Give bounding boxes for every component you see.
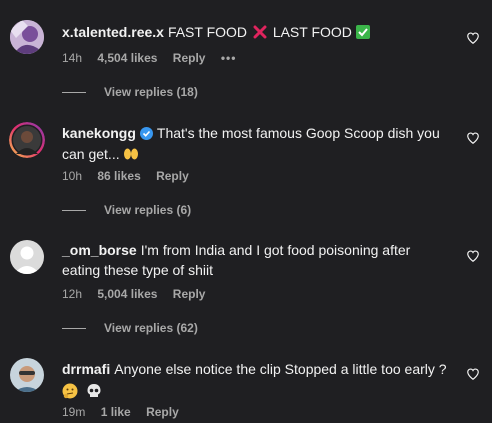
comment-body: Anyone else notice the clip Stopped a li… <box>114 361 447 377</box>
heart-icon[interactable] <box>466 249 480 263</box>
raised-hands-emoji-icon <box>124 148 139 160</box>
divider-dash <box>62 91 86 93</box>
divider-dash <box>62 327 86 329</box>
avatar[interactable] <box>10 20 44 54</box>
view-replies-button[interactable]: View replies (6) <box>62 203 191 217</box>
skull-emoji-icon <box>87 384 101 397</box>
comment-text: _om_borse I'm from India and I got food p… <box>62 240 452 280</box>
avatar-image <box>10 358 44 392</box>
timestamp: 19m <box>62 405 86 419</box>
comment-body-a: FAST FOOD <box>167 24 248 40</box>
comment-meta: 10h 86 likes Reply <box>62 169 201 183</box>
avatar-image <box>10 20 44 54</box>
avatar-image <box>10 240 44 274</box>
likes-count[interactable]: 4,504 likes <box>97 51 157 65</box>
timestamp: 12h <box>62 287 83 301</box>
more-options-button[interactable]: ••• <box>221 51 237 65</box>
view-replies-label: View replies (18) <box>104 85 198 99</box>
timestamp: 14h <box>62 51 83 65</box>
divider-dash <box>62 209 86 211</box>
view-replies-button[interactable]: View replies (62) <box>62 321 198 335</box>
username[interactable]: kanekongg <box>62 125 136 141</box>
verified-badge-icon <box>139 127 153 140</box>
avatar[interactable] <box>10 358 44 392</box>
heart-icon[interactable] <box>466 31 480 45</box>
view-replies-button[interactable]: View replies (18) <box>62 85 198 99</box>
likes-count[interactable]: 86 likes <box>97 169 140 183</box>
comment-text: kanekongg That's the most famous Goop Sc… <box>62 123 452 165</box>
reply-button[interactable]: Reply <box>173 51 206 65</box>
reply-button[interactable]: Reply <box>156 169 189 183</box>
avatar-image <box>9 122 45 158</box>
view-replies-label: View replies (62) <box>104 321 198 335</box>
likes-count[interactable]: 5,004 likes <box>97 287 157 301</box>
reply-button[interactable]: Reply <box>173 287 206 301</box>
heart-icon[interactable] <box>466 367 480 381</box>
avatar[interactable] <box>10 240 44 274</box>
username[interactable]: x.talented.ree.x <box>62 24 164 40</box>
comment-body-b: LAST FOOD <box>272 24 352 40</box>
avatar[interactable] <box>9 122 45 158</box>
view-replies-label: View replies (6) <box>104 203 192 217</box>
comment-text: drrmafi Anyone else notice the clip Stopp… <box>62 358 452 402</box>
username[interactable]: drrmafi <box>62 361 110 377</box>
reply-button[interactable]: Reply <box>146 405 179 419</box>
comment-meta: 12h 5,004 likes Reply <box>62 287 217 301</box>
comment-meta: 14h 4,504 likes Reply ••• <box>62 51 248 65</box>
comment-meta: 19m 1 like Reply <box>62 405 191 419</box>
thinking-face-emoji-icon <box>62 383 78 399</box>
cross-mark-emoji-icon <box>253 25 267 39</box>
timestamp: 10h <box>62 169 83 183</box>
heart-icon[interactable] <box>466 131 480 145</box>
likes-count[interactable]: 1 like <box>101 405 131 419</box>
username[interactable]: _om_borse <box>62 242 137 258</box>
check-mark-emoji-icon <box>355 25 370 39</box>
comment-text: x.talented.ree.x FAST FOOD LAST FOOD <box>62 22 452 42</box>
